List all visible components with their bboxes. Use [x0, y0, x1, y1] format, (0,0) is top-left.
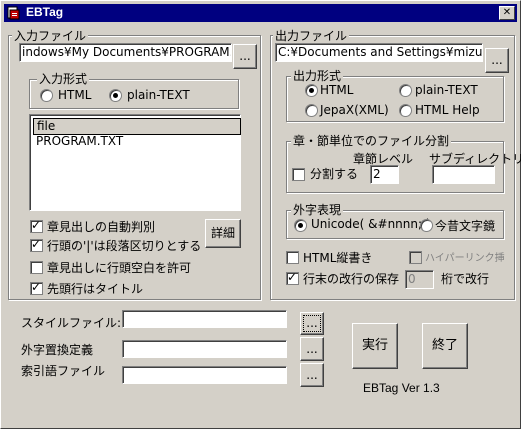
- gaiji-def-label: 外字置換定義: [21, 343, 94, 357]
- output-format-html-radio[interactable]: [305, 84, 318, 97]
- gaiji-konjaku-label: 今昔文字鏡: [435, 219, 496, 233]
- subdir-input[interactable]: [432, 165, 495, 184]
- leading-space-checkbox[interactable]: [30, 261, 43, 274]
- run-button[interactable]: 実行: [352, 323, 398, 369]
- hyperlink-checkbox[interactable]: [409, 251, 422, 264]
- index-file-browse-button[interactable]: ...: [300, 363, 324, 387]
- keep-newline-label: 行末の改行の保存: [303, 272, 400, 286]
- gaiji-unicode-label: Unicode( &#nnnn; ): [311, 217, 431, 231]
- window-title: EBTag: [26, 5, 64, 19]
- style-file-label: スタイルファイル:: [21, 316, 122, 330]
- split-group-title: 章・節単位でのファイル分割: [291, 132, 452, 149]
- wrap-column-label: 桁で改行: [441, 272, 490, 286]
- split-checkbox[interactable]: [292, 168, 305, 181]
- close-icon: ✕: [502, 7, 512, 18]
- gaiji-konjaku-radio[interactable]: [420, 219, 433, 232]
- input-browse-button[interactable]: ...: [233, 44, 257, 69]
- first-line-title-checkbox[interactable]: [30, 280, 43, 295]
- leading-space-label: 章見出しに行頭空白を許可: [47, 261, 192, 275]
- input-format-plaintext-radio[interactable]: [109, 89, 122, 102]
- input-format-html-label: HTML: [58, 88, 92, 102]
- output-format-plaintext-radio[interactable]: [399, 84, 412, 97]
- version-label: EBTag Ver 1.3: [363, 381, 440, 395]
- output-format-jepax-radio[interactable]: [305, 104, 318, 117]
- input-path-field[interactable]: indows¥My Documents¥PROGRAM.TXT: [19, 43, 232, 62]
- output-path-field[interactable]: C:¥Documents and Settings¥mizuno¥デ: [275, 43, 483, 62]
- input-format-title: 入力形式: [37, 70, 90, 87]
- auto-chapter-label: 章見出しの自動判別: [47, 220, 156, 234]
- first-line-title-label: 先頭行はタイトル: [47, 282, 144, 296]
- output-format-plaintext-label: plain-TEXT: [415, 83, 478, 97]
- style-file-browse-button[interactable]: ...: [300, 312, 324, 335]
- detail-button[interactable]: 詳細: [205, 219, 241, 248]
- index-file-label: 索引語ファイル: [21, 364, 106, 378]
- main-window: EBTag ✕ 入力ファイル indows¥My Documents¥PROGR…: [0, 0, 521, 429]
- file-list-item[interactable]: PROGRAM.TXT: [36, 134, 123, 148]
- output-format-jepax-label: JepaX(XML): [320, 103, 389, 117]
- input-format-html-radio[interactable]: [40, 89, 53, 102]
- output-format-htmlhelp-radio[interactable]: [399, 104, 412, 117]
- app-icon: [7, 6, 20, 20]
- file-list-header[interactable]: file: [33, 118, 241, 135]
- keep-newline-checkbox[interactable]: [286, 270, 299, 285]
- input-file-group-title: 入力ファイル: [12, 27, 89, 44]
- close-button[interactable]: ✕: [499, 6, 515, 20]
- index-file-input[interactable]: [122, 366, 287, 384]
- gaiji-group-title: 外字表現: [291, 201, 344, 218]
- vertical-html-checkbox[interactable]: [286, 251, 299, 264]
- wrap-column-input[interactable]: 0: [405, 270, 434, 289]
- title-bar: EBTag ✕: [4, 4, 517, 22]
- vertical-html-label: HTML縦書き: [303, 251, 373, 265]
- hyperlink-label: ハイパーリンク挿入: [425, 253, 505, 264]
- paragraph-separator-checkbox[interactable]: [30, 237, 43, 252]
- chapter-level-input[interactable]: 2: [370, 165, 399, 184]
- gaiji-def-input[interactable]: [122, 340, 287, 358]
- auto-chapter-checkbox[interactable]: [30, 218, 43, 233]
- split-label: 分割する: [310, 167, 359, 181]
- output-file-group-title: 出力ファイル: [273, 27, 350, 44]
- gaiji-unicode-radio[interactable]: [294, 219, 307, 232]
- style-file-input[interactable]: [122, 310, 287, 328]
- output-format-html-label: HTML: [320, 83, 354, 97]
- gaiji-def-browse-button[interactable]: ...: [300, 337, 324, 361]
- output-format-htmlhelp-label: HTML Help: [415, 103, 480, 117]
- output-format-title: 出力形式: [291, 67, 344, 84]
- exit-button[interactable]: 終了: [422, 323, 468, 369]
- input-format-plaintext-label: plain-TEXT: [127, 88, 190, 102]
- input-file-list[interactable]: file PROGRAM.TXT: [29, 114, 241, 211]
- output-browse-button[interactable]: ...: [485, 48, 509, 73]
- paragraph-separator-label: 行頭の'|'は段落区切りとする: [47, 239, 202, 253]
